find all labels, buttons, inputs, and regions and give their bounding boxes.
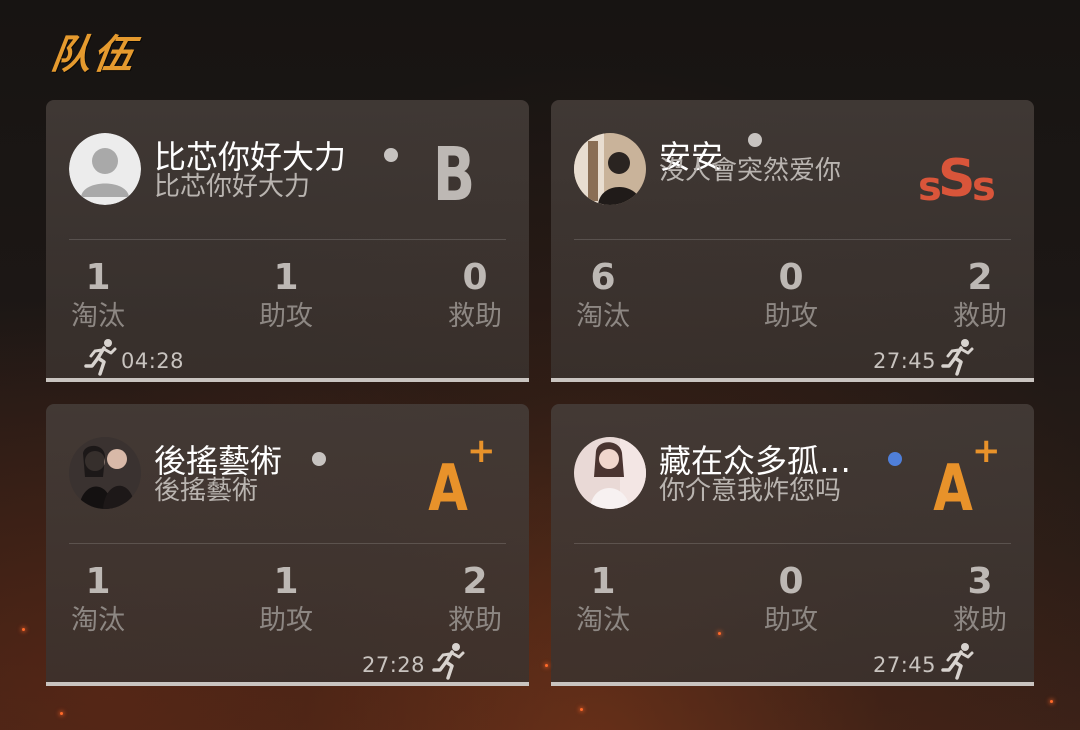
stat-label: 助攻	[764, 301, 818, 332]
photo-avatar-icon	[574, 437, 646, 509]
stat-value: 1	[273, 257, 299, 298]
player-subtitle: 沒人會突然爱你	[659, 156, 842, 186]
stat-label: 淘汰	[71, 605, 125, 636]
photo-avatar-icon	[574, 133, 646, 205]
stat-label: 救助	[448, 605, 502, 636]
page-title: 队伍	[48, 32, 139, 78]
stat-revives: 3 救助	[950, 562, 1010, 638]
stat-eliminations: 1 淘汰	[68, 258, 128, 334]
player-subtitle: 比芯你好大力	[154, 172, 311, 202]
photo-avatar-icon	[69, 437, 141, 509]
ember-particle	[580, 708, 583, 711]
svg-text:A: A	[933, 450, 973, 514]
card-bottom-bar	[551, 378, 1034, 382]
avatar[interactable]	[69, 133, 141, 205]
svg-text:A: A	[428, 450, 468, 514]
stat-value: 1	[85, 561, 111, 602]
ember-particle	[22, 628, 25, 631]
divider	[69, 239, 506, 240]
stat-value: 1	[590, 561, 616, 602]
player-subtitle: 你介意我炸您吗	[659, 476, 842, 506]
stat-revives: 2 救助	[950, 258, 1010, 334]
stat-value: 3	[967, 561, 993, 602]
stat-value: 1	[273, 561, 299, 602]
rank-b-icon: B	[409, 128, 499, 218]
status-dot	[384, 148, 398, 162]
status-dot	[888, 452, 902, 466]
stat-label: 淘汰	[576, 605, 630, 636]
stat-value: 0	[462, 257, 488, 298]
ember-particle	[60, 712, 63, 715]
stat-value: 6	[590, 257, 616, 298]
stat-value: 0	[778, 561, 804, 602]
running-man-icon	[432, 642, 466, 680]
rank-a-plus-icon: A +	[409, 431, 499, 525]
player-card[interactable]: 藏在众多孤… 你介意我炸您吗 A + 1 淘汰 0 助攻 3 救助 27:45	[551, 404, 1034, 686]
svg-text:S: S	[938, 149, 975, 209]
survival-time: 04:28	[121, 349, 185, 373]
stat-label: 淘汰	[71, 301, 125, 332]
running-man-icon	[84, 338, 118, 376]
card-bottom-bar	[46, 682, 529, 686]
player-card[interactable]: 後搖藝術 後搖藝術 A + 1 淘汰 1 助攻 2 救助 27:28	[46, 404, 529, 686]
team-grid: 比芯你好大力 比芯你好大力 B 1 淘汰 1 助攻 0 救助 04:28 安安 …	[46, 100, 1034, 686]
default-user-avatar-icon	[69, 133, 141, 205]
stat-label: 助攻	[764, 605, 818, 636]
card-bottom-bar	[551, 682, 1034, 686]
stat-revives: 0 救助	[445, 258, 505, 334]
stat-eliminations: 1 淘汰	[68, 562, 128, 638]
stat-revives: 2 救助	[445, 562, 505, 638]
stat-label: 助攻	[259, 605, 313, 636]
stat-assists: 1 助攻	[256, 562, 316, 638]
stat-eliminations: 6 淘汰	[573, 258, 633, 334]
divider	[574, 543, 1011, 544]
status-dot	[748, 133, 762, 147]
avatar[interactable]	[574, 437, 646, 509]
stat-label: 救助	[953, 605, 1007, 636]
stat-eliminations: 1 淘汰	[573, 562, 633, 638]
stat-value: 2	[462, 561, 488, 602]
ember-particle	[718, 632, 721, 635]
stat-value: 0	[778, 257, 804, 298]
player-subtitle: 後搖藝術	[154, 476, 259, 506]
running-man-icon	[941, 642, 975, 680]
ember-particle	[1050, 700, 1053, 703]
status-dot	[312, 452, 326, 466]
stat-label: 助攻	[259, 301, 313, 332]
divider	[69, 543, 506, 544]
svg-text:B: B	[433, 132, 475, 210]
card-bottom-bar	[46, 378, 529, 382]
player-card[interactable]: 比芯你好大力 比芯你好大力 B 1 淘汰 1 助攻 0 救助 04:28	[46, 100, 529, 382]
avatar[interactable]	[69, 437, 141, 509]
running-man-icon	[941, 338, 975, 376]
rank-sss-icon: s S s	[914, 128, 1004, 210]
survival-time: 27:45	[873, 349, 937, 373]
stat-assists: 0 助攻	[761, 258, 821, 334]
ember-particle	[545, 664, 548, 667]
svg-text:+: +	[972, 432, 1001, 471]
svg-text:+: +	[467, 432, 496, 471]
stat-value: 1	[85, 257, 111, 298]
player-card[interactable]: 安安 沒人會突然爱你 s S s 6 淘汰 0 助攻 2 救助 27:45	[551, 100, 1034, 382]
stat-value: 2	[967, 257, 993, 298]
stat-label: 淘汰	[576, 301, 630, 332]
stat-label: 救助	[448, 301, 502, 332]
survival-time: 27:45	[873, 653, 937, 677]
avatar[interactable]	[574, 133, 646, 205]
survival-time: 27:28	[362, 653, 426, 677]
rank-a-plus-icon: A +	[914, 431, 1004, 525]
divider	[574, 239, 1011, 240]
svg-text:s: s	[972, 164, 996, 210]
stat-label: 救助	[953, 301, 1007, 332]
stat-assists: 0 助攻	[761, 562, 821, 638]
stat-assists: 1 助攻	[256, 258, 316, 334]
